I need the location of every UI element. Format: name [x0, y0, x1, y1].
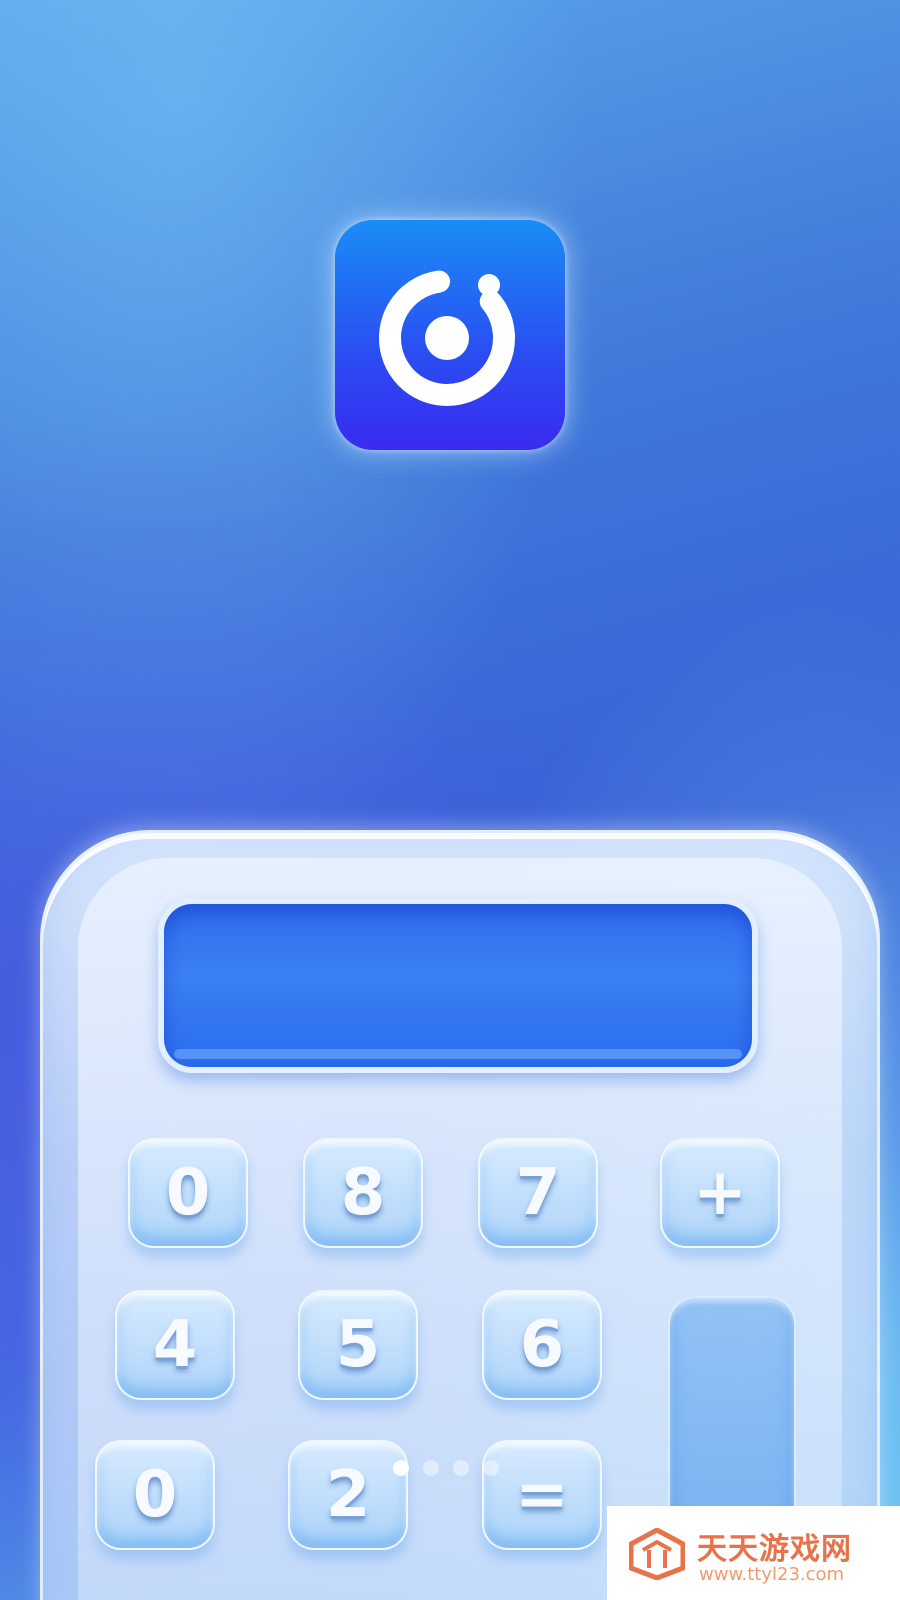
app-logo-ring-icon [379, 270, 515, 406]
page-dot[interactable] [453, 1460, 469, 1476]
page-indicator [393, 1460, 499, 1476]
calc-key-8: 8 [303, 1138, 423, 1248]
calc-key-label: 7 [515, 1156, 561, 1230]
calc-key-label: 0 [132, 1458, 178, 1532]
calc-key-5: 5 [298, 1290, 418, 1400]
calc-key-label: 0 [165, 1156, 211, 1230]
calc-key-label: 6 [519, 1308, 565, 1382]
calc-key-tall-blank [668, 1296, 796, 1536]
calc-key-label: = [515, 1458, 569, 1532]
page-dot[interactable] [483, 1460, 499, 1476]
app-logo-icon [335, 220, 565, 450]
page-dot[interactable] [423, 1460, 439, 1476]
calc-key-2: 2 [288, 1440, 408, 1550]
calc-key-0-top: 0 [128, 1138, 248, 1248]
calc-key-label: 8 [340, 1156, 386, 1230]
calc-key-plus: + [660, 1138, 780, 1248]
watermark-logo-icon [629, 1528, 685, 1580]
calc-key-equals: = [482, 1440, 602, 1550]
calc-key-0-bottom: 0 [95, 1440, 215, 1550]
calculator-display [158, 898, 758, 1073]
calc-key-7: 7 [478, 1138, 598, 1248]
calc-key-label: 5 [335, 1308, 381, 1382]
watermark-title: 天天游戏网 [697, 1532, 852, 1567]
watermark: 天天游戏网 www.ttyl23.com [607, 1506, 900, 1600]
calc-key-6: 6 [482, 1290, 602, 1400]
calc-key-label: 2 [325, 1458, 371, 1532]
page-dot-active[interactable] [393, 1460, 409, 1476]
calc-key-4: 4 [115, 1290, 235, 1400]
watermark-url: www.ttyl23.com [699, 1564, 845, 1585]
calc-key-label: + [693, 1156, 747, 1230]
calc-key-label: 4 [152, 1308, 198, 1382]
